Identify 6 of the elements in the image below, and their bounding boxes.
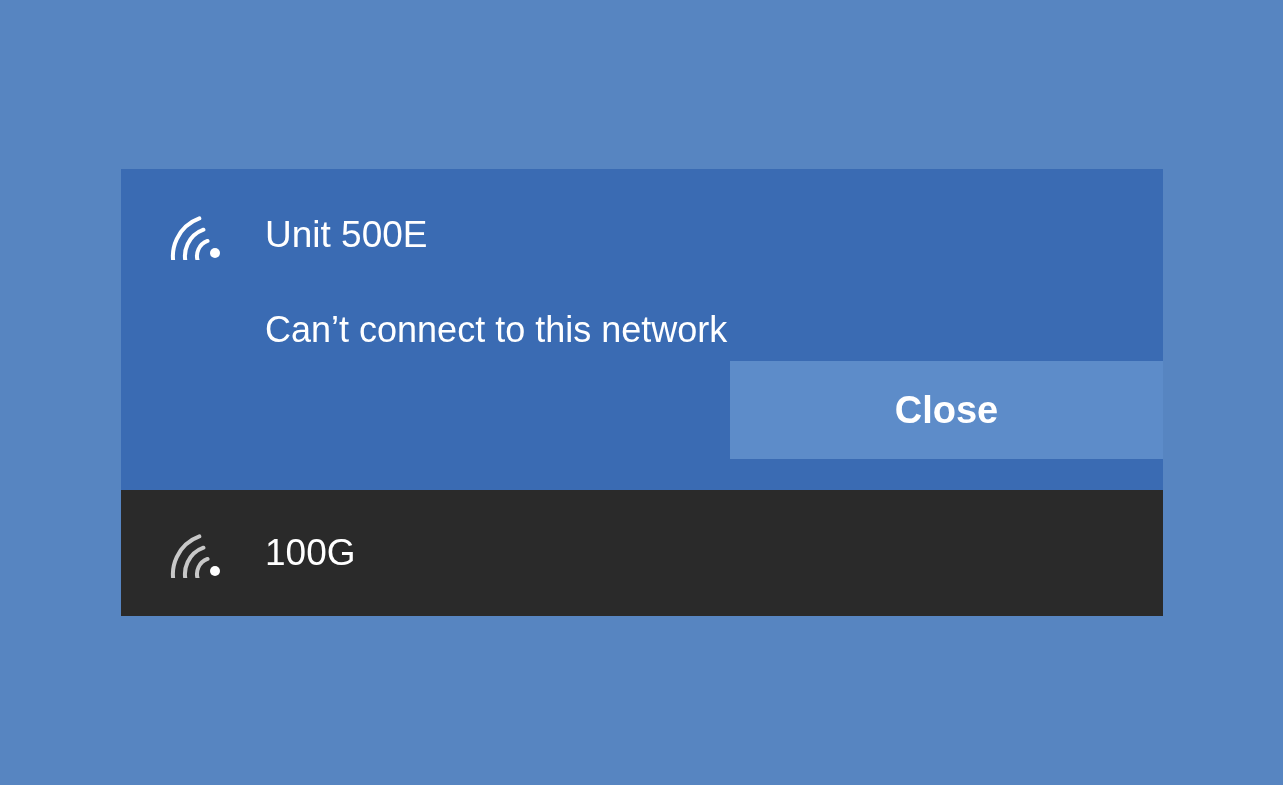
network-item[interactable]: 100G bbox=[121, 490, 1163, 616]
error-message: Can’t connect to this network bbox=[265, 308, 729, 352]
selected-network-item[interactable]: Unit 500E Can’t connect to this network Close bbox=[121, 169, 1163, 490]
network-name: Unit 500E bbox=[265, 213, 428, 257]
close-button[interactable]: Close bbox=[730, 361, 1163, 459]
network-name: 100G bbox=[265, 531, 356, 575]
